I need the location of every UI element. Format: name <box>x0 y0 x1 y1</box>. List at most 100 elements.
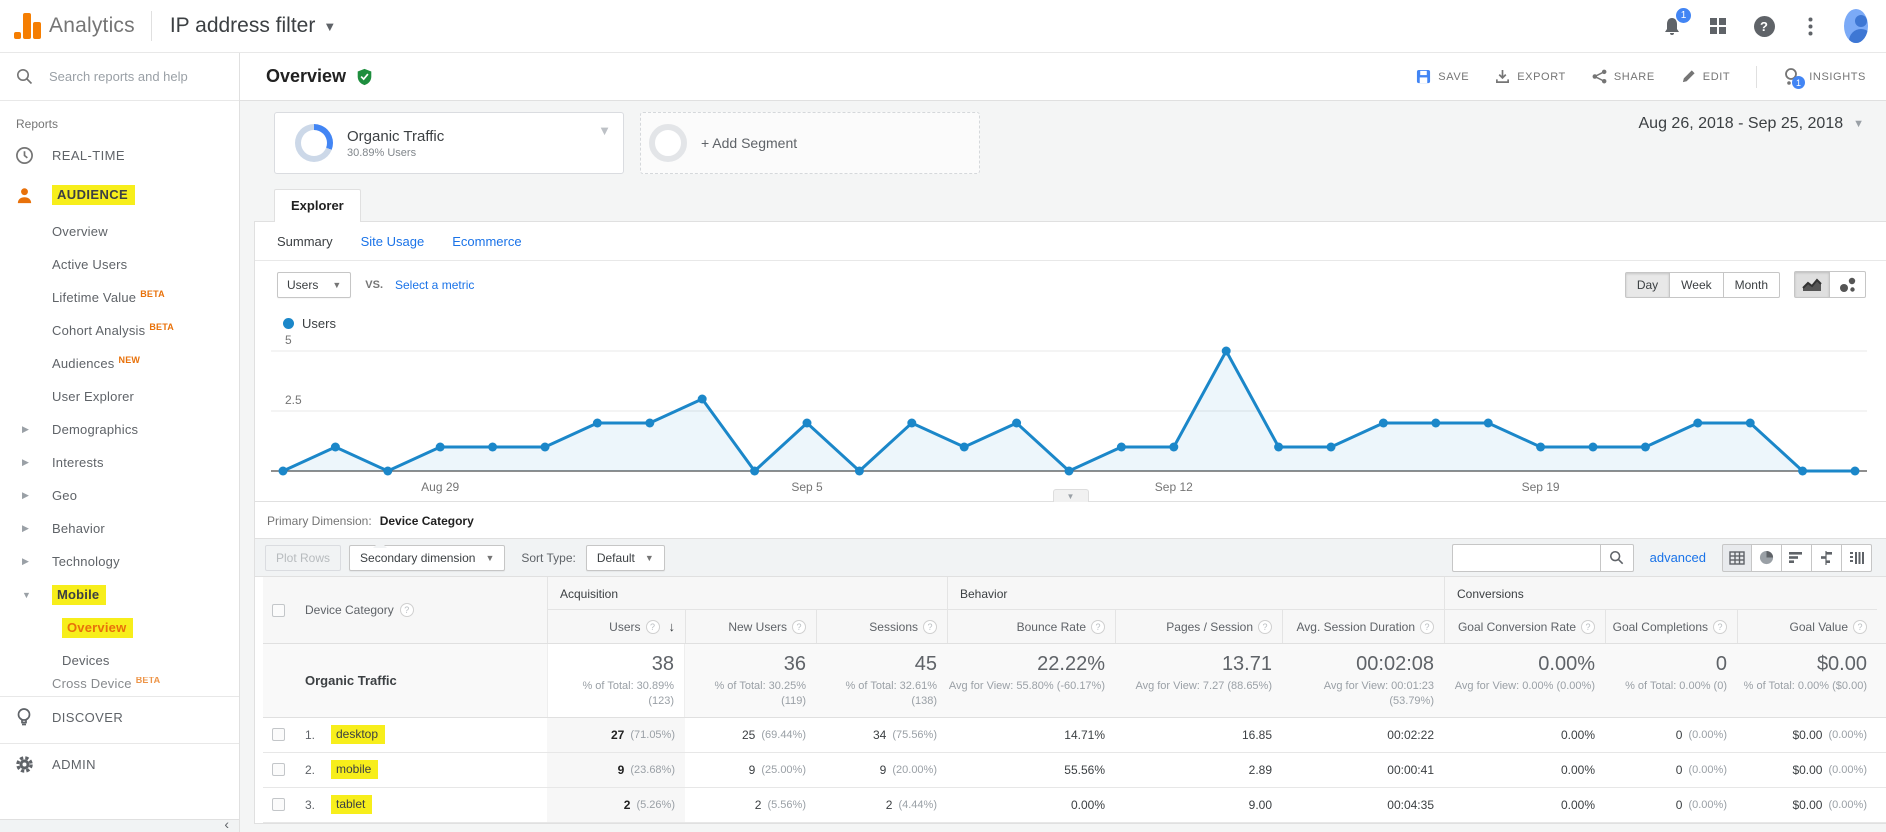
subtab-site-usage[interactable]: Site Usage <box>361 234 425 249</box>
device-category-value[interactable]: tablet <box>331 795 372 814</box>
column-header-goal-completions[interactable]: Goal Completions? <box>1605 609 1737 643</box>
column-header-bounce-rate[interactable]: Bounce Rate? <box>947 609 1115 643</box>
sidebar-item-admin[interactable]: ADMIN <box>0 744 239 784</box>
motion-chart-icon[interactable] <box>1830 271 1866 298</box>
sidebar-search[interactable]: Search reports and help <box>0 53 239 101</box>
table-search-button[interactable] <box>1600 544 1634 572</box>
help-tooltip-icon[interactable]: ? <box>1420 620 1434 634</box>
help-tooltip-icon[interactable]: ? <box>1713 620 1727 634</box>
edit-button[interactable]: EDIT <box>1681 69 1730 84</box>
chevron-right-icon[interactable]: ▶ <box>22 457 29 468</box>
sidebar-item-devices[interactable]: Devices <box>0 644 239 677</box>
sidebar-item-overview[interactable]: Overview <box>0 215 239 248</box>
users-line-chart[interactable]: 2.55Aug 29Sep 5Sep 12Sep 19 <box>271 333 1867 501</box>
insights-button[interactable]: 1INSIGHTS <box>1783 67 1866 86</box>
tab-explorer[interactable]: Explorer <box>274 189 361 222</box>
table-row-tablet[interactable]: 3.tablet2(5.26%)2(5.56%)2(4.44%)0.00%9.0… <box>263 788 1886 823</box>
chevron-right-icon[interactable]: ▶ <box>22 556 29 567</box>
export-button[interactable]: EXPORT <box>1495 69 1566 84</box>
chevron-right-icon[interactable]: ▶ <box>22 490 29 501</box>
pivot-view-icon[interactable] <box>1842 544 1872 572</box>
overflow-menu-icon[interactable] <box>1798 14 1822 38</box>
sort-descending-icon[interactable]: ↓ <box>669 619 676 634</box>
chevron-right-icon[interactable]: ▶ <box>22 523 29 534</box>
row-checkbox[interactable] <box>263 718 293 752</box>
granularity-week[interactable]: Week <box>1670 272 1723 298</box>
column-header-avg-session-duration[interactable]: Avg. Session Duration? <box>1282 609 1444 643</box>
subtab-summary[interactable]: Summary <box>277 234 333 249</box>
sort-type-select[interactable]: Default ▼ <box>586 545 665 571</box>
column-header-sessions[interactable]: Sessions? <box>816 609 947 643</box>
column-header-goal-conversion-rate[interactable]: Goal Conversion Rate? <box>1444 609 1605 643</box>
date-range-picker[interactable]: Aug 26, 2018 - Sep 25, 2018 ▼ <box>1639 115 1865 133</box>
chart-collapse-handle[interactable]: ▼ <box>1053 489 1089 502</box>
column-header-users[interactable]: Users?↓ <box>547 609 685 643</box>
sidebar-item-audience[interactable]: AUDIENCE <box>0 175 239 215</box>
avatar[interactable] <box>1844 14 1868 38</box>
device-category-value[interactable]: desktop <box>331 725 385 744</box>
row-checkbox[interactable] <box>263 753 293 787</box>
comparison-view-icon[interactable] <box>1812 544 1842 572</box>
sidebar-item-discover[interactable]: DISCOVER <box>0 697 239 737</box>
help-tooltip-icon[interactable]: ? <box>1258 620 1272 634</box>
help-tooltip-icon[interactable]: ? <box>1853 620 1867 634</box>
account-selector[interactable]: IP address filter <box>170 14 316 38</box>
chevron-down-icon[interactable]: ▼ <box>598 123 611 138</box>
sidebar-item-user-explorer[interactable]: User Explorer <box>0 380 239 413</box>
table-search-input[interactable] <box>1452 544 1600 572</box>
sidebar-item-mobile[interactable]: ▼Mobile <box>0 578 239 611</box>
sidebar-item-interests[interactable]: ▶Interests <box>0 446 239 479</box>
select-all-checkbox[interactable] <box>263 577 293 643</box>
percent-view-icon[interactable] <box>1752 544 1782 572</box>
granularity-day[interactable]: Day <box>1625 272 1670 298</box>
help-tooltip-icon[interactable]: ? <box>923 620 937 634</box>
performance-view-icon[interactable] <box>1782 544 1812 572</box>
secondary-dimension-button[interactable]: Secondary dimension ▼ <box>349 545 505 571</box>
plot-rows-button[interactable]: Plot Rows <box>265 545 341 571</box>
device-category-value[interactable]: mobile <box>331 760 378 779</box>
chevron-down-icon[interactable]: ▼ <box>22 590 31 600</box>
chevron-right-icon[interactable]: ▶ <box>22 424 29 435</box>
save-button[interactable]: SAVE <box>1416 69 1469 84</box>
column-header-goal-value[interactable]: Goal Value? <box>1737 609 1877 643</box>
add-segment-button[interactable]: + Add Segment <box>640 112 980 174</box>
segment-chip[interactable]: Organic Traffic 30.89% Users ▼ <box>274 112 624 174</box>
bell-icon[interactable]: 1 <box>1660 14 1684 38</box>
help-icon[interactable]: ? <box>1752 14 1776 38</box>
sidebar-item-technology[interactable]: ▶Technology <box>0 545 239 578</box>
sidebar-item-cohort-analysis[interactable]: Cohort AnalysisBETA <box>0 314 239 347</box>
share-button[interactable]: SHARE <box>1592 69 1655 84</box>
sidebar-item-demographics[interactable]: ▶Demographics <box>0 413 239 446</box>
sidebar-item-cross-device[interactable]: Cross DeviceBETA <box>0 677 239 690</box>
sidebar-item-overview[interactable]: Overview <box>0 611 239 644</box>
table-row-desktop[interactable]: 1.desktop27(71.05%)25(69.44%)34(75.56%)1… <box>263 718 1886 753</box>
column-header-pages-session[interactable]: Pages / Session? <box>1115 609 1282 643</box>
row-checkbox[interactable] <box>263 788 293 822</box>
sidebar-item-lifetime-value[interactable]: Lifetime ValueBETA <box>0 281 239 314</box>
table-row-mobile[interactable]: 2.mobile9(23.68%)9(25.00%)9(20.00%)55.56… <box>263 753 1886 788</box>
help-tooltip-icon[interactable]: ? <box>646 620 660 634</box>
sidebar-collapse-bar[interactable]: ‹ <box>0 819 239 832</box>
help-tooltip-icon[interactable]: ? <box>792 620 806 634</box>
sidebar-item-real-time[interactable]: REAL-TIME <box>0 135 239 175</box>
select-a-metric-link[interactable]: Select a metric <box>395 278 474 292</box>
column-header-new-users[interactable]: New Users? <box>685 609 816 643</box>
sidebar-item-geo[interactable]: ▶Geo <box>0 479 239 512</box>
line-chart-icon[interactable] <box>1794 271 1830 298</box>
help-tooltip-icon[interactable]: ? <box>1581 620 1595 634</box>
chevron-down-icon[interactable]: ▼ <box>323 19 336 34</box>
metric-select[interactable]: Users ▼ <box>277 272 351 298</box>
apps-grid-icon[interactable] <box>1706 14 1730 38</box>
table-view-icon[interactable] <box>1722 544 1752 572</box>
help-tooltip-icon[interactable]: ? <box>1091 620 1105 634</box>
column-header-device-category[interactable]: Device Category? <box>293 577 547 643</box>
granularity-month[interactable]: Month <box>1724 272 1780 298</box>
subtab-ecommerce[interactable]: Ecommerce <box>452 234 521 249</box>
primary-dimension-value[interactable]: Device Category <box>380 514 474 528</box>
help-tooltip-icon[interactable]: ? <box>400 603 414 617</box>
advanced-search-link[interactable]: advanced <box>1650 550 1706 565</box>
sidebar-item-active-users[interactable]: Active Users <box>0 248 239 281</box>
sidebar-item-audiences[interactable]: AudiencesNEW <box>0 347 239 380</box>
sidebar-item-behavior[interactable]: ▶Behavior <box>0 512 239 545</box>
collapse-sidebar-icon[interactable]: ‹ <box>224 816 229 832</box>
